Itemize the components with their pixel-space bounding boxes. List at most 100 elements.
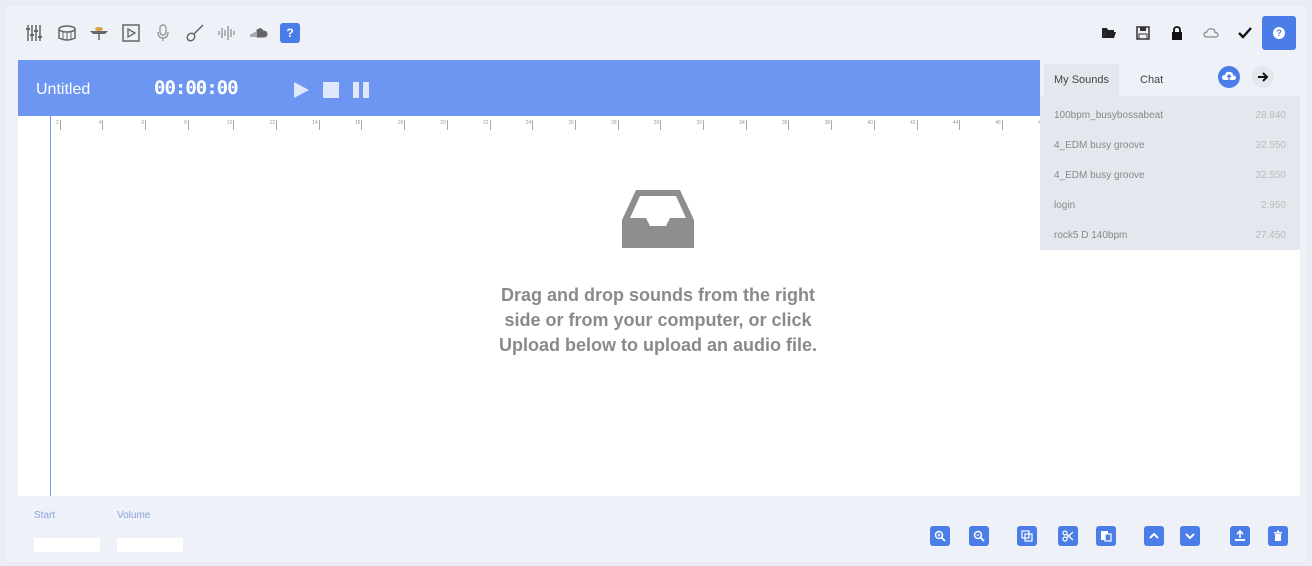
check-icon[interactable]: [1228, 16, 1262, 50]
ruler-tick: 12: [270, 120, 278, 130]
ruler-tick: 16: [355, 120, 363, 130]
play-button[interactable]: [290, 80, 312, 100]
sound-name: 4_EDM busy groove: [1054, 169, 1145, 181]
playhead-line[interactable]: [50, 116, 51, 496]
start-field[interactable]: [34, 538, 100, 552]
sound-duration: 32.550: [1255, 169, 1286, 181]
sound-duration: 32.550: [1255, 139, 1286, 151]
top-toolbar: ? ?: [6, 6, 1306, 60]
ruler-tick: 44: [953, 120, 961, 130]
ruler-tick: 8: [184, 120, 189, 130]
upload-button[interactable]: [1230, 526, 1250, 546]
empty-state: Drag and drop sounds from the right side…: [478, 190, 838, 358]
scissors-icon: [1062, 530, 1074, 542]
trash-icon: [1274, 530, 1282, 541]
sound-item[interactable]: 100bpm_busybossabeat 28.840: [1040, 100, 1300, 130]
stop-button[interactable]: [320, 80, 342, 100]
ruler-tick: 26: [568, 120, 576, 130]
pause-icon: [353, 82, 369, 98]
time-display: 00:00:00: [154, 77, 239, 99]
sound-duration: 28.840: [1255, 109, 1286, 121]
bottom-controls: Start Volume: [6, 496, 1306, 562]
ruler-tick: 14: [312, 120, 320, 130]
chevron-up-icon: [1149, 532, 1159, 539]
sound-item[interactable]: login 2.950: [1040, 190, 1300, 220]
cloud-upload-icon[interactable]: [1218, 66, 1240, 88]
ruler-tick: 2: [56, 120, 61, 130]
volume-label: Volume: [117, 510, 151, 521]
sound-item[interactable]: 4_EDM busy groove 32.550: [1040, 130, 1300, 160]
play-box-icon[interactable]: [120, 22, 142, 44]
instrument-tools: ?: [24, 22, 300, 44]
help-icon[interactable]: ?: [280, 23, 300, 43]
sound-name: login: [1054, 199, 1076, 211]
panel-tabs: My Sounds Chat: [1040, 60, 1300, 96]
help-button[interactable]: ?: [1262, 16, 1296, 50]
move-down-button[interactable]: [1180, 526, 1200, 546]
empty-line-3: Upload below to upload an audio file.: [499, 335, 817, 355]
transport-controls: [290, 80, 372, 100]
tab-chat[interactable]: Chat: [1130, 64, 1173, 96]
ruler-tick: 6: [141, 120, 147, 130]
microphone-icon[interactable]: [152, 22, 174, 44]
soundcloud-icon[interactable]: [248, 22, 270, 44]
play-icon: [294, 82, 309, 98]
audio-editor-app: ? ? Untitled 00:00:00 2 4 6 8 10 12 14 1…: [6, 6, 1306, 562]
stop-icon: [323, 82, 339, 98]
paste-icon: [1101, 531, 1112, 542]
volume-field[interactable]: [117, 538, 183, 552]
ruler-tick: 28: [611, 120, 619, 130]
pause-button[interactable]: [350, 80, 372, 100]
ruler-tick: 38: [825, 120, 833, 130]
zoom-out-icon: [973, 530, 985, 542]
sound-duration: 27.450: [1255, 229, 1286, 241]
ruler-tick: 34: [739, 120, 747, 130]
sounds-panel: My Sounds Chat 100bpm_busybossabeat 28.8…: [1040, 60, 1300, 250]
save-icon[interactable]: [1126, 16, 1160, 50]
start-label: Start: [34, 510, 56, 521]
inbox-tray-icon: [622, 190, 694, 248]
cut-button[interactable]: [1058, 526, 1078, 546]
sound-item[interactable]: rock5 D 140bpm 27.450: [1040, 220, 1300, 250]
sound-duration: 2.950: [1260, 199, 1286, 211]
lock-icon[interactable]: [1160, 16, 1194, 50]
ruler-tick: 10: [227, 120, 235, 130]
tab-my-sounds[interactable]: My Sounds: [1044, 64, 1120, 96]
sound-name: 4_EDM busy groove: [1054, 139, 1145, 151]
ruler-tick: 30: [654, 120, 662, 130]
sound-name: 100bpm_busybossabeat: [1054, 109, 1163, 121]
folder-open-icon[interactable]: [1092, 16, 1126, 50]
ruler-tick: 36: [782, 120, 790, 130]
empty-line-1: Drag and drop sounds from the right: [501, 285, 815, 305]
zoom-out-button[interactable]: [969, 526, 989, 546]
delete-button[interactable]: [1268, 526, 1288, 546]
ruler-tick: 4: [99, 120, 104, 130]
ruler-tick: 22: [483, 120, 491, 130]
project-title[interactable]: Untitled: [36, 81, 90, 99]
sampler-icon[interactable]: [88, 22, 110, 44]
sound-list: 100bpm_busybossabeat 28.840 4_EDM busy g…: [1040, 100, 1300, 250]
drum-icon[interactable]: [56, 22, 78, 44]
copy-button[interactable]: [1017, 526, 1037, 546]
cloud-icon[interactable]: [1194, 16, 1228, 50]
empty-state-message: Drag and drop sounds from the right side…: [478, 283, 838, 358]
ruler-tick: 40: [867, 120, 875, 130]
upload-icon: [1235, 530, 1245, 541]
move-up-button[interactable]: [1144, 526, 1164, 546]
ruler-tick: 20: [440, 120, 448, 130]
zoom-in-icon: [934, 530, 946, 542]
file-tools: ?: [1092, 16, 1296, 50]
waveform-icon[interactable]: [216, 22, 238, 44]
paste-button[interactable]: [1096, 526, 1116, 546]
guitar-icon[interactable]: [184, 22, 206, 44]
sound-item[interactable]: 4_EDM busy groove 32.550: [1040, 160, 1300, 190]
arrow-right-icon[interactable]: [1252, 66, 1274, 88]
sound-name: rock5 D 140bpm: [1054, 229, 1128, 241]
ruler-tick: 42: [910, 120, 918, 130]
mixer-icon[interactable]: [24, 22, 46, 44]
copy-icon: [1021, 530, 1033, 542]
zoom-in-button[interactable]: [930, 526, 950, 546]
ruler-tick: 46: [995, 120, 1003, 130]
timeline-ruler[interactable]: 2 4 6 8 10 12 14 16 18 20 22 24 26 28 30 32 34 36 38 40 42 44…: [50, 116, 1080, 132]
chevron-down-icon: [1185, 533, 1195, 540]
